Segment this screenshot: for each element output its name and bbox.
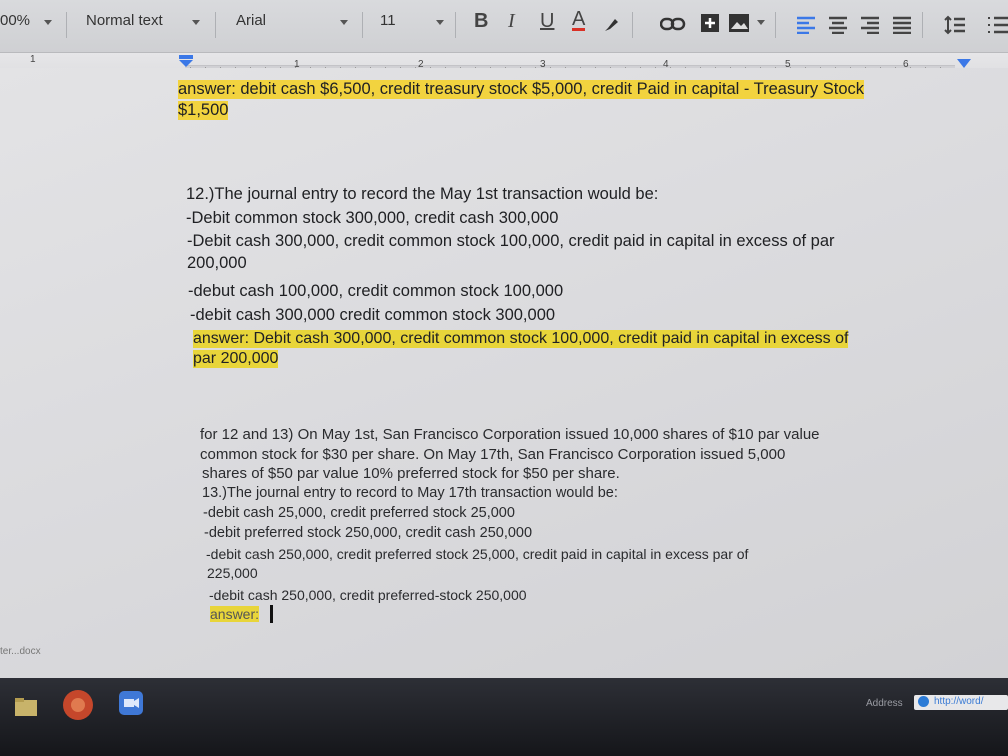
question-13-text: 13.)The journal entry to record to May 1…	[202, 485, 618, 501]
toolbar-divider	[632, 12, 633, 38]
align-justify-icon[interactable]	[892, 16, 912, 34]
context-paragraph-line: shares of $50 par value 10% preferred st…	[202, 465, 620, 482]
text-cursor	[270, 605, 273, 623]
address-bar[interactable]: http://word/	[914, 695, 1008, 710]
taskbar: Address http://word/	[0, 678, 1008, 756]
bold-button[interactable]: B	[474, 10, 488, 33]
align-left-icon[interactable]	[796, 16, 816, 34]
question-12-option: -Debit common stock 300,000, credit cash…	[186, 209, 559, 227]
vertical-ruler-number: 1	[30, 54, 36, 65]
underline-button[interactable]: U	[540, 10, 554, 33]
toolbar-divider	[775, 12, 776, 38]
question-13-option: -debit cash 250,000, credit preferred st…	[206, 546, 749, 562]
question-12-answer: answer: Debit cash 300,000, credit commo…	[193, 330, 849, 348]
toolbar-divider	[215, 12, 216, 38]
question-13-option: -debit preferred stock 250,000, credit c…	[204, 525, 533, 541]
font-size-select[interactable]: 11	[380, 12, 396, 29]
question-12-option: 200,000	[187, 254, 247, 272]
highlight-pen-icon[interactable]	[602, 16, 620, 34]
right-indent-marker-icon[interactable]	[957, 59, 971, 68]
font-chevron-down-icon[interactable]	[340, 20, 348, 25]
previous-answer-line: $1,500	[178, 101, 229, 120]
insert-image-icon[interactable]	[728, 13, 750, 33]
align-center-icon[interactable]	[828, 16, 848, 34]
address-bar-value[interactable]: http://word/	[934, 696, 983, 707]
question-12-text: 12.)The journal entry to record the May …	[186, 185, 659, 203]
context-paragraph-line: common stock for $30 per share. On May 1…	[200, 446, 786, 463]
question-13-option: -debit cash 250,000, credit preferred-st…	[209, 587, 527, 603]
zoom-select[interactable]: 00%	[0, 12, 30, 29]
font-size-chevron-down-icon[interactable]	[436, 20, 444, 25]
question-12-option: -debit cash 300,000 credit common stock …	[190, 306, 556, 324]
font-family-select[interactable]: Arial	[236, 12, 266, 29]
zoom-chevron-down-icon[interactable]	[44, 20, 52, 25]
question-12-option: -Debit cash 300,000, credit common stock…	[187, 232, 835, 250]
question-13-option: -debit cash 25,000, credit preferred sto…	[203, 505, 515, 521]
formatting-toolbar: 00% Normal text Arial 11 B I U A	[0, 0, 1008, 53]
question-12-option: -debut cash 100,000, credit common stock…	[188, 282, 564, 300]
question-13-option: 225,000	[207, 565, 258, 581]
link-icon[interactable]	[660, 16, 686, 32]
insert-comment-icon[interactable]	[700, 13, 720, 33]
toolbar-divider	[66, 12, 67, 38]
toolbar-divider	[922, 12, 923, 38]
line-spacing-icon[interactable]	[944, 15, 966, 35]
numbered-list-icon[interactable]	[986, 15, 1008, 35]
question-13-answer: answer:	[210, 606, 260, 622]
toolbar-divider	[455, 12, 456, 38]
powerpoint-icon[interactable]	[58, 688, 98, 722]
question-12-answer: par 200,000	[193, 350, 279, 368]
toolbar-divider	[362, 12, 363, 38]
align-right-icon[interactable]	[860, 16, 880, 34]
address-bar-label: Address	[866, 698, 903, 709]
file-explorer-icon[interactable]	[14, 696, 38, 718]
video-app-icon[interactable]	[118, 690, 144, 716]
document-page[interactable]: answer: debit cash $6,500, credit treasu…	[0, 68, 1008, 678]
left-indent-marker-icon[interactable]	[178, 55, 194, 67]
italic-button[interactable]: I	[508, 10, 515, 33]
style-chevron-down-icon[interactable]	[192, 20, 200, 25]
previous-answer-line: answer: debit cash $6,500, credit treasu…	[178, 80, 865, 99]
text-color-button[interactable]: A	[572, 9, 586, 31]
context-paragraph-line: for 12 and 13) On May 1st, San Francisco…	[200, 426, 820, 443]
image-chevron-down-icon[interactable]	[757, 20, 765, 25]
paragraph-style-select[interactable]: Normal text	[86, 12, 163, 29]
document-tab-label[interactable]: ter...docx	[0, 646, 41, 657]
browser-icon	[918, 696, 929, 707]
